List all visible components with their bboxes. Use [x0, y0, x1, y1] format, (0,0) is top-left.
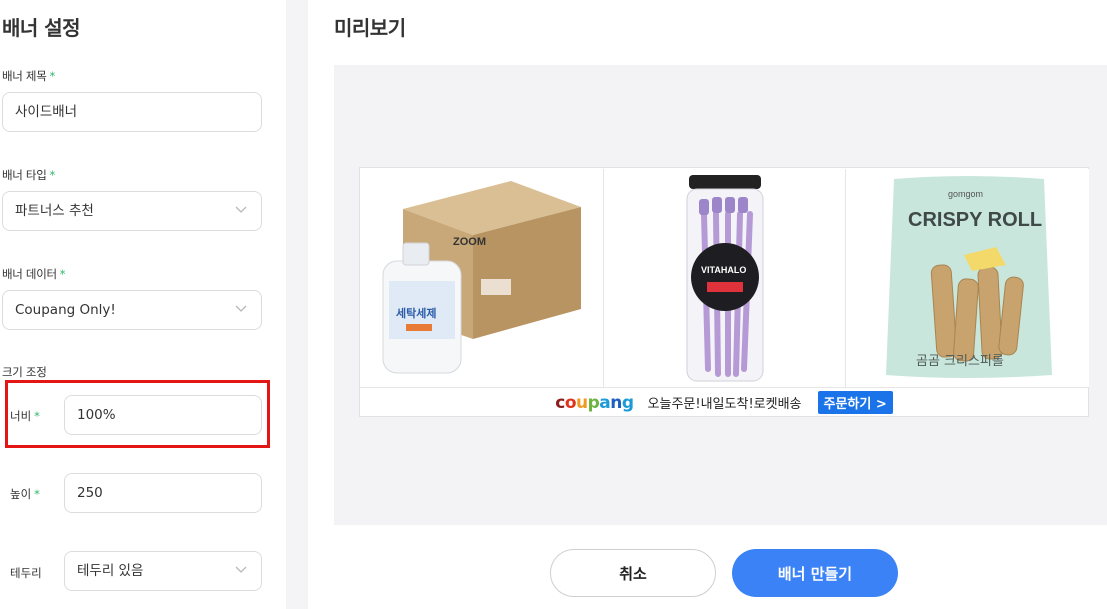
settings-panel: 배너 설정 배너 제목 * 사이드배너 배너 타입 * 파트너스 추천 배너 데이터…: [0, 0, 286, 609]
banner-data-label-text: 배너 데이터: [2, 267, 57, 281]
banner-title-label: 배너 제목 *: [2, 68, 55, 84]
banner-type-label-text: 배너 타입: [2, 168, 47, 182]
size-section-label: 크기 조정: [2, 365, 47, 379]
height-label-text: 높이: [10, 487, 32, 501]
product-image-crispy-roll: gomgom CRISPY ROLL 곰곰 크리스피롤: [886, 176, 1052, 378]
banner-title-input[interactable]: 사이드배너: [2, 92, 262, 132]
product-title: CRISPY ROLL: [908, 209, 1042, 231]
rocket-delivery-tagline: 오늘주문!내일도착!로켓배송: [647, 397, 802, 412]
product-brand: VITAHALO: [701, 265, 746, 275]
product-card[interactable]: VITAHALO: [603, 169, 846, 387]
height-input[interactable]: 250: [64, 473, 262, 513]
product-card[interactable]: ZOOM 세탁세제: [361, 169, 603, 387]
banner-type-select[interactable]: 파트너스 추천: [2, 191, 262, 231]
banner-type-value: 파트너스 추천: [15, 203, 94, 219]
chevron-down-icon: [235, 566, 247, 573]
product-card[interactable]: gomgom CRISPY ROLL 곰곰 크리스피롤: [845, 169, 1089, 387]
height-label: 높이 *: [10, 486, 40, 502]
box-brand: ZOOM: [453, 236, 486, 248]
cancel-button[interactable]: 취소: [550, 549, 716, 597]
product-subtitle: 곰곰 크리스피롤: [916, 354, 1004, 369]
product-brand: gomgom: [948, 189, 983, 199]
banner-preview[interactable]: ZOOM 세탁세제 VITAHALO gomgom CRISPY ROLL 곰곰…: [359, 167, 1089, 417]
chevron-down-icon: [235, 305, 247, 312]
banner-data-value: Coupang Only!: [15, 302, 116, 318]
product-image-detergent: ZOOM 세탁세제: [382, 181, 581, 374]
border-select[interactable]: 테두리 있음: [64, 551, 262, 591]
bottle-label: 세탁세제: [396, 306, 436, 320]
border-label: 테두리: [10, 566, 42, 580]
banner-footer: coupang 오늘주문!내일도착!로켓배송 주문하기 >: [360, 387, 1088, 417]
required-mark: *: [49, 69, 55, 83]
banner-data-select[interactable]: Coupang Only!: [2, 290, 262, 330]
banner-data-label: 배너 데이터 *: [2, 266, 66, 282]
settings-title: 배너 설정: [2, 16, 81, 40]
height-value: 250: [77, 485, 103, 501]
chevron-down-icon: [235, 206, 247, 213]
width-highlight-box: [5, 380, 270, 448]
panel-divider: [286, 0, 308, 609]
order-button[interactable]: 주문하기 >: [817, 391, 893, 414]
border-value: 테두리 있음: [77, 563, 144, 579]
create-banner-button[interactable]: 배너 만들기: [732, 549, 898, 597]
banner-type-label: 배너 타입 *: [2, 167, 55, 183]
required-mark: *: [59, 267, 66, 281]
banner-title-label-text: 배너 제목: [2, 69, 47, 83]
coupang-logo: coupang: [555, 392, 634, 413]
required-mark: *: [49, 168, 55, 182]
required-mark: *: [34, 487, 40, 501]
product-image-toothbrush: VITAHALO: [686, 175, 764, 382]
banner-title-value: 사이드배너: [15, 104, 78, 120]
preview-title: 미리보기: [334, 16, 406, 40]
